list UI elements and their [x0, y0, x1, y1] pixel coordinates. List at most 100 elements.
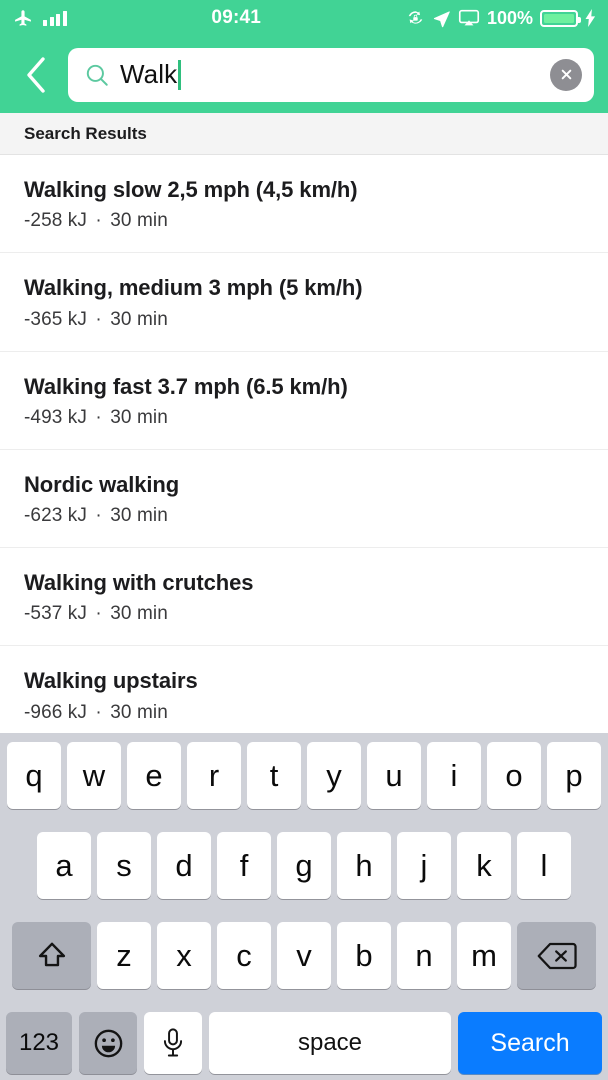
key-p[interactable]: p: [547, 742, 601, 809]
key-u[interactable]: u: [367, 742, 421, 809]
key-o[interactable]: o: [487, 742, 541, 809]
clear-circle-icon: [561, 69, 571, 80]
result-energy: -537 kJ: [24, 603, 88, 625]
result-energy: -365 kJ: [24, 308, 88, 330]
status-bar-right: 100%: [406, 8, 596, 29]
key-k[interactable]: k: [457, 832, 511, 899]
key-z[interactable]: z: [97, 922, 151, 989]
key-i[interactable]: i: [427, 742, 481, 809]
result-title: Nordic walking: [24, 471, 180, 497]
key-s[interactable]: s: [97, 832, 151, 899]
result-separator: ·: [95, 406, 102, 428]
key-q[interactable]: q: [7, 742, 61, 809]
result-separator: ·: [95, 701, 102, 723]
dictation-key[interactable]: [144, 1012, 202, 1074]
result-separator: ·: [95, 210, 102, 232]
result-subtitle: -493 kJ · 30 min: [24, 407, 584, 429]
battery-icon: [540, 9, 581, 27]
emoji-icon: [94, 1029, 122, 1057]
search-results-list: Walking slow 2,5 mph (4,5 km/h) -258 kJ …: [0, 155, 608, 733]
microphone-icon: [163, 1028, 183, 1057]
key-d[interactable]: d: [157, 832, 211, 899]
result-subtitle: -623 kJ · 30 min: [24, 505, 584, 527]
key-x[interactable]: x: [157, 922, 211, 989]
status-bar: 09:41 100%: [0, 0, 608, 36]
result-separator: ·: [95, 308, 102, 330]
result-duration: 30 min: [110, 505, 168, 527]
key-g[interactable]: g: [277, 832, 331, 899]
search-input-value: Walk: [120, 59, 178, 89]
key-y[interactable]: y: [307, 742, 361, 809]
onscreen-keyboard: q w e r t y u i o p a s d f g h j k l z …: [0, 733, 608, 1080]
key-h[interactable]: h: [337, 832, 391, 899]
result-energy: -623 kJ: [24, 505, 88, 527]
shift-icon: [38, 942, 65, 966]
shift-key[interactable]: [12, 922, 91, 989]
key-v[interactable]: v: [277, 922, 331, 989]
app-root: 09:41 100% Walk Search Results Walking s…: [0, 0, 608, 1080]
result-duration: 30 min: [110, 603, 168, 625]
result-subtitle: -365 kJ · 30 min: [24, 309, 584, 331]
result-duration: 30 min: [110, 406, 168, 428]
result-row[interactable]: Walking, medium 3 mph (5 km/h) -365 kJ ·…: [0, 253, 608, 352]
back-button[interactable]: [8, 47, 64, 103]
result-subtitle: -258 kJ · 30 min: [24, 210, 584, 232]
key-f[interactable]: f: [217, 832, 271, 899]
clear-search-button[interactable]: [550, 58, 582, 91]
search-field[interactable]: Walk: [68, 47, 594, 102]
result-energy: -493 kJ: [24, 406, 88, 428]
emoji-key[interactable]: [79, 1012, 137, 1074]
key-a[interactable]: a: [37, 832, 91, 899]
result-row[interactable]: Walking with crutches -537 kJ · 30 min: [0, 548, 608, 647]
status-bar-left: [12, 8, 67, 28]
result-title: Walking with crutches: [24, 570, 254, 596]
charging-bolt-icon: [585, 9, 596, 27]
result-title: Walking upstairs: [24, 668, 198, 694]
key-b[interactable]: b: [337, 922, 391, 989]
key-c[interactable]: c: [217, 922, 271, 989]
result-title: Walking fast 3.7 mph (6.5 km/h): [24, 373, 348, 399]
result-row[interactable]: Walking slow 2,5 mph (4,5 km/h) -258 kJ …: [0, 155, 608, 254]
key-t[interactable]: t: [247, 742, 301, 809]
key-r[interactable]: r: [187, 742, 241, 809]
keyboard-row-1: q w e r t y u i o p: [0, 742, 608, 809]
result-title: Walking slow 2,5 mph (4,5 km/h): [24, 177, 358, 202]
key-n[interactable]: n: [397, 922, 451, 989]
result-row[interactable]: Nordic walking -623 kJ · 30 min: [0, 449, 608, 549]
result-separator: ·: [95, 603, 102, 625]
screen-mirroring-icon: [458, 9, 480, 25]
keyboard-row-4: 123 space Search: [0, 1012, 608, 1074]
search-bar-row: Walk: [0, 36, 608, 113]
keyboard-row-3: z x c v b n m: [0, 922, 608, 989]
key-l[interactable]: l: [517, 832, 571, 899]
result-subtitle: -966 kJ · 30 min: [24, 702, 584, 724]
result-title: Walking, medium 3 mph (5 km/h): [24, 275, 363, 301]
space-key[interactable]: space: [209, 1012, 451, 1074]
result-duration: 30 min: [110, 701, 168, 723]
key-m[interactable]: m: [457, 922, 511, 989]
result-duration: 30 min: [110, 308, 168, 330]
result-energy: -966 kJ: [24, 701, 88, 723]
backspace-key[interactable]: [517, 922, 596, 989]
result-subtitle: -537 kJ · 30 min: [24, 603, 584, 625]
numbers-key[interactable]: 123: [6, 1012, 72, 1074]
signal-bars-icon: [43, 10, 67, 26]
key-j[interactable]: j: [397, 832, 451, 899]
backspace-icon: [537, 942, 577, 969]
section-header-label: Search Results: [24, 123, 147, 143]
search-input[interactable]: Walk: [120, 59, 540, 90]
result-row[interactable]: Walking fast 3.7 mph (6.5 km/h) -493 kJ …: [0, 351, 608, 450]
section-header-search-results: Search Results: [0, 113, 608, 155]
result-row[interactable]: Walking upstairs -966 kJ · 30 min: [0, 646, 608, 733]
key-w[interactable]: w: [67, 742, 121, 809]
result-duration: 30 min: [110, 210, 168, 232]
airplane-icon: [15, 10, 31, 26]
rotation-lock-icon: [408, 10, 423, 24]
text-cursor: [178, 59, 181, 90]
search-key[interactable]: Search: [458, 1012, 602, 1074]
status-bar-time: 09:41: [211, 7, 262, 28]
key-e[interactable]: e: [127, 742, 181, 809]
back-chevron-icon: [27, 56, 45, 93]
app-header: 09:41 100% Walk: [0, 0, 608, 113]
result-separator: ·: [95, 505, 102, 527]
